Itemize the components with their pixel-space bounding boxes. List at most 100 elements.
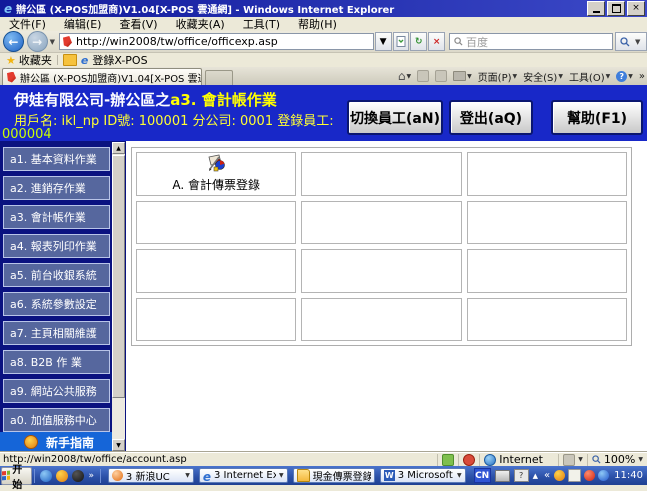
favorites-bar: ★ 收藏夹 e 登錄X-POS <box>0 53 647 67</box>
sidebar-item-a4[interactable]: a4. 報表列印作業 <box>3 234 110 258</box>
sidebar-scrollbar[interactable]: ▲ ▼ <box>112 142 125 451</box>
history-dropdown-icon[interactable]: ▼ <box>50 38 55 46</box>
address-dropdown-button[interactable]: ▼ <box>374 32 392 51</box>
grid-cell-empty <box>466 249 627 293</box>
sidebar-item-a0[interactable]: a0. 加值服務中心 <box>3 408 110 432</box>
site-favicon <box>62 36 72 47</box>
address-input[interactable]: http://win2008/tw/office/officexp.asp <box>58 33 374 50</box>
sidebar-item-a1[interactable]: a1. 基本資料作業 <box>3 147 110 171</box>
addon-icon-2[interactable] <box>463 453 476 466</box>
sidebar-item-a6[interactable]: a6. 系統參數設定 <box>3 292 110 316</box>
sidebar-item-a3[interactable]: a3. 會計帳作業 <box>3 205 110 229</box>
task-button-microsoft-office[interactable]: W 3 Microsoft Off... ▼ <box>379 468 466 483</box>
menu-view[interactable]: 查看(V) <box>110 16 166 32</box>
print-dropdown-icon[interactable]: ▼ <box>467 73 472 80</box>
guide-icon <box>24 435 38 449</box>
favorites-label[interactable]: 收藏夹 <box>19 52 52 68</box>
language-options-icon[interactable]: ▲ <box>533 472 538 480</box>
start-button[interactable]: 开始 <box>1 465 32 491</box>
tray-icon-4[interactable] <box>598 470 610 481</box>
active-tab[interactable]: 辦公區 (X-POS加盟商)V1.04[X-POS 雲通網] <box>2 68 202 85</box>
divider <box>99 468 101 483</box>
restore-button[interactable] <box>607 1 625 16</box>
protected-mode-cell[interactable]: ▼ <box>558 453 587 466</box>
grid-cell-empty <box>301 200 462 244</box>
minimize-button[interactable] <box>587 1 605 16</box>
menu-favorites[interactable]: 收藏夹(A) <box>167 16 234 32</box>
print-button[interactable]: ▼ <box>453 71 472 81</box>
refresh-button[interactable]: ↻ <box>410 32 428 51</box>
menu-edit[interactable]: 编辑(E) <box>55 16 111 32</box>
forward-button[interactable]: → <box>26 31 48 52</box>
safety-menu[interactable]: 安全(S) ▼ <box>523 69 563 84</box>
page-menu[interactable]: 页面(P) ▼ <box>478 69 517 84</box>
sidebar-item-a5[interactable]: a5. 前台收銀系統 <box>3 263 110 287</box>
task-group-dropdown-icon[interactable]: ▼ <box>279 472 284 479</box>
grid-cell-accounting-voucher[interactable]: A. 會計傳票登錄 <box>136 152 297 196</box>
tray-overflow-icon[interactable]: « <box>544 470 550 481</box>
scroll-thumb[interactable] <box>112 155 125 398</box>
grid-cell-empty <box>466 297 627 341</box>
taskbar-clock[interactable]: 11:40 <box>614 470 643 481</box>
quicklaunch-qq-icon[interactable] <box>72 469 85 482</box>
tools-menu[interactable]: 工具(O) ▼ <box>569 69 610 84</box>
tray-icon-3[interactable] <box>584 470 596 481</box>
favorite-link[interactable]: 登錄X-POS <box>92 52 147 68</box>
close-button[interactable]: × <box>627 1 645 16</box>
logout-button[interactable]: 登出(aQ) <box>449 100 533 135</box>
home-button[interactable]: ⌂ ▼ <box>398 69 411 83</box>
task-group-dropdown-icon[interactable]: ▼ <box>457 472 462 479</box>
stop-button[interactable]: × <box>428 32 446 51</box>
commandbar-overflow[interactable]: » <box>639 71 645 82</box>
add-favorite-icon[interactable] <box>62 54 77 66</box>
tools-dropdown-icon: ▼ <box>605 72 611 80</box>
search-icon <box>620 36 630 46</box>
ie-window-icon: e <box>4 1 13 16</box>
sidebar-item-a2[interactable]: a2. 進銷存作業 <box>3 176 110 200</box>
sidebar-item-a7[interactable]: a7. 主頁相關維護 <box>3 321 110 345</box>
help-menu[interactable]: ? ▼ <box>616 70 633 82</box>
tray-icons <box>554 469 610 482</box>
start-label: 开始 <box>12 464 23 491</box>
new-tab-button[interactable] <box>205 70 233 86</box>
search-input[interactable]: 百度 <box>449 33 614 50</box>
task-button-cash-voucher[interactable]: 現金傳票登錄 <box>292 468 375 483</box>
menu-help[interactable]: 帮助(H) <box>289 16 346 32</box>
task-button-sina-uc[interactable]: 3 新浪UC ▼ <box>107 468 194 483</box>
guide-label: 新手指南 <box>46 435 95 450</box>
sidebar-item-a9[interactable]: a9. 網站公共服務 <box>3 379 110 403</box>
search-go-button[interactable]: ▼ <box>615 32 647 51</box>
address-url[interactable]: http://win2008/tw/office/officexp.asp <box>76 35 278 48</box>
sidebar-item-a8[interactable]: a8. B2B 作 業 <box>3 350 110 374</box>
compatibility-view-button[interactable] <box>392 32 410 51</box>
internet-zone-icon <box>484 453 497 466</box>
zoom-control[interactable]: 100% ▼ <box>586 453 647 466</box>
status-url: http://win2008/tw/office/account.asp <box>3 454 187 465</box>
keyboard-tray-icon[interactable]: ? <box>513 469 529 482</box>
switch-employee-button[interactable]: 切換員工(aN) <box>347 100 443 135</box>
sidebar-item-guide[interactable]: 新手指南 <box>0 432 112 452</box>
tray-icon-1[interactable] <box>554 470 566 481</box>
favorites-star-icon[interactable]: ★ <box>6 54 16 67</box>
system-tray: CN ? ▲ <box>473 468 538 483</box>
back-button[interactable]: ← <box>3 31 24 52</box>
scroll-up-button[interactable]: ▲ <box>112 142 125 154</box>
mail-icon[interactable] <box>435 70 448 82</box>
tray-icon-2[interactable] <box>568 469 582 482</box>
feed-icon[interactable] <box>417 70 430 82</box>
search-options-dropdown-icon[interactable]: ▼ <box>635 38 640 46</box>
scroll-down-button[interactable]: ▼ <box>112 439 125 451</box>
tab-row: 辦公區 (X-POS加盟商)V1.04[X-POS 雲通網] ⌂ ▼ ▼ 页面(P… <box>0 67 647 86</box>
task-button-internet-explorer[interactable]: e 3 Internet Expl... ▼ <box>198 468 288 483</box>
menu-file[interactable]: 文件(F) <box>0 16 55 32</box>
quicklaunch-uc-icon[interactable] <box>56 469 69 482</box>
task-group-dropdown-icon[interactable]: ▼ <box>185 472 190 479</box>
quicklaunch-ie-icon[interactable] <box>40 469 53 482</box>
home-dropdown-icon[interactable]: ▼ <box>406 73 411 80</box>
printer-tray-icon[interactable] <box>494 469 510 482</box>
menu-tools[interactable]: 工具(T) <box>234 16 289 32</box>
addon-icon-1[interactable] <box>442 453 455 466</box>
language-indicator[interactable]: CN <box>473 468 491 483</box>
quicklaunch-overflow[interactable]: » <box>88 471 94 481</box>
help-button[interactable]: 幫助(F1) <box>551 100 643 135</box>
